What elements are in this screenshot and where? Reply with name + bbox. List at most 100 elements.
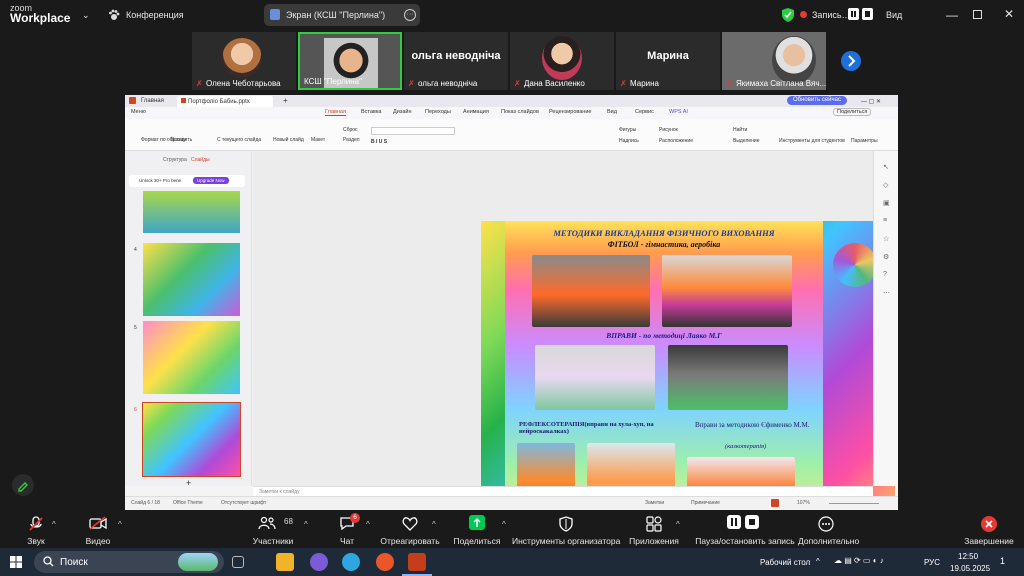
participants-button[interactable]: 68 Участники (248, 511, 298, 548)
ribbon-caption[interactable]: Надпись (619, 138, 639, 144)
participant-tile[interactable]: ✗ Олена Чеботарьова (192, 32, 296, 90)
menu-item[interactable]: Вид (607, 109, 617, 115)
notes-toggle[interactable]: Заметки (645, 500, 664, 506)
chevron-up-icon[interactable]: ^ (304, 520, 308, 529)
chat-button[interactable]: 6 Чат (330, 511, 364, 548)
pause-stop-recording-button[interactable]: Пауза/остановить запись (688, 511, 802, 548)
stop-record-icon[interactable] (862, 8, 873, 20)
participant-tile[interactable]: ✗ Дана Василенко (510, 32, 614, 90)
share-title-pill[interactable]: Экран (КСШ "Перлина") ··· (264, 4, 420, 26)
viber-icon[interactable] (310, 553, 328, 571)
language-indicator[interactable]: РУС (924, 558, 940, 567)
ribbon-shapes[interactable]: Фигуры (619, 127, 636, 133)
menu-item-ai[interactable]: WPS AI (669, 109, 688, 115)
apps-button[interactable]: Приложения (628, 511, 680, 548)
help-icon[interactable]: ? (883, 271, 887, 278)
ribbon-reset[interactable]: Сброс (343, 127, 358, 133)
tab-document[interactable]: Портфоліо Бабиь.pptx (177, 96, 273, 107)
participant-tile-active[interactable]: КСШ "Перлина" (298, 32, 402, 90)
ribbon-section[interactable]: Раздел (343, 137, 360, 143)
annotate-button[interactable] (12, 474, 34, 496)
shield-icon[interactable] (782, 8, 794, 22)
desktop-label[interactable]: Рабочий стол (760, 558, 810, 567)
more-button[interactable]: Дополнительно (798, 511, 859, 548)
ribbon-student-tools[interactable]: Инструменты для студентов (779, 138, 845, 144)
chevron-up-icon[interactable]: ^ (52, 520, 56, 529)
host-tools-button[interactable]: Инструменты организатора (512, 511, 620, 548)
tab-home[interactable]: Главная (137, 96, 168, 107)
slide-thumbnail[interactable] (143, 243, 240, 316)
ribbon-new-slide[interactable]: Новый слайд (273, 137, 304, 143)
upgrade-button[interactable]: Upgrade Now (193, 177, 229, 184)
react-button[interactable]: Отреагировать (378, 511, 442, 548)
slide-thumbnail-active[interactable] (142, 402, 241, 477)
chevron-up-icon[interactable]: ^ (816, 557, 820, 566)
taskbar-search[interactable]: Поиск (34, 551, 224, 573)
menu-item[interactable]: Дизайн (393, 109, 412, 115)
task-view-icon[interactable] (232, 556, 244, 568)
more-options-icon[interactable]: ··· (404, 9, 416, 21)
powerpoint-icon[interactable] (408, 553, 426, 571)
ribbon-params[interactable]: Параметры (851, 138, 878, 144)
participant-tile[interactable]: Марина ✗ Марина (616, 32, 720, 90)
notification-count[interactable]: 1 (1000, 556, 1005, 566)
notes-area[interactable]: Заметки к слайду (253, 486, 873, 496)
end-meeting-button[interactable]: Завершение (960, 511, 1018, 548)
slide[interactable]: МЕТОДИКИ ВИКЛАДАННЯ ФІЗИЧНОГО ВИХОВАННЯ … (481, 221, 895, 510)
browser-icon[interactable] (376, 553, 394, 571)
participant-tile[interactable]: ольга неводніча ✗ ольга неводніча (404, 32, 508, 90)
picture-icon[interactable]: ▣ (883, 199, 890, 207)
font-style-buttons[interactable]: B I U S (371, 139, 387, 145)
menu-item[interactable]: Вставка (361, 109, 381, 115)
menu-item[interactable]: Анимация (463, 109, 489, 115)
menu-item[interactable]: Переходы (425, 109, 451, 115)
minimize-icon[interactable]: — (946, 8, 958, 22)
font-missing[interactable]: Отсутствует шрифт (221, 500, 266, 506)
video-button[interactable]: Видео (76, 511, 120, 548)
view-menu[interactable]: Вид (886, 10, 902, 20)
share-doc-button[interactable]: Поделиться (833, 108, 872, 116)
menu-item[interactable]: Рецензирование (549, 109, 591, 115)
ribbon-picture[interactable]: Рисунок (659, 127, 678, 133)
chevron-up-icon[interactable]: ^ (118, 520, 122, 529)
ribbon-layout[interactable]: Макет (311, 137, 325, 143)
chevron-up-icon[interactable]: ^ (366, 520, 370, 529)
clock-date[interactable]: 19.05.2025 (950, 564, 990, 573)
menu-item[interactable]: Сервис (635, 109, 654, 115)
play-slideshow-icon[interactable] (771, 499, 779, 507)
tray-icons[interactable]: ☁ ▤ ⟳ ▭ ◐ ♪ (834, 556, 884, 565)
settings-icon[interactable]: ⚙ (883, 253, 889, 261)
share-screen-button[interactable]: Поделиться (452, 511, 502, 548)
participant-tile[interactable]: ✗ Якимаха Світлана Вяч... (722, 32, 826, 90)
audio-button[interactable]: Звук (14, 511, 58, 548)
ribbon-select[interactable]: Выделение (733, 138, 760, 144)
pause-record-icon[interactable] (848, 8, 859, 20)
telegram-icon[interactable] (342, 553, 360, 571)
ribbon-from-slide[interactable]: С текущего слайда (217, 137, 261, 143)
slide-thumbnail[interactable] (143, 191, 240, 233)
add-slide-icon[interactable]: + (186, 478, 191, 488)
ribbon-arrange[interactable]: Расположение (659, 138, 693, 144)
tab-slides[interactable]: Слайды (191, 157, 210, 163)
ribbon-paste[interactable]: Вставить (171, 137, 192, 143)
menu-item[interactable]: Меню (131, 109, 146, 115)
windows-start-icon[interactable] (10, 556, 22, 568)
comment-toggle[interactable]: Примечание (691, 500, 720, 506)
shapes-icon[interactable]: ◇ (883, 181, 888, 189)
new-tab-icon[interactable]: + (279, 95, 292, 105)
slide-thumbnail[interactable] (143, 321, 240, 394)
layers-icon[interactable]: ≡ (883, 217, 887, 224)
chevron-up-icon[interactable]: ^ (432, 520, 436, 529)
file-explorer-icon[interactable] (276, 553, 294, 571)
close-icon[interactable]: ✕ (1004, 7, 1014, 21)
maximize-icon[interactable] (973, 10, 982, 19)
font-select[interactable] (371, 127, 455, 135)
star-icon[interactable]: ☆ (883, 235, 889, 243)
chevron-up-icon[interactable]: ^ (676, 520, 680, 529)
tab-outline[interactable]: Структура (163, 157, 187, 163)
more-icon[interactable]: ⋯ (883, 289, 890, 297)
next-page-button[interactable] (841, 51, 861, 71)
cursor-icon[interactable]: ↖ (883, 163, 889, 171)
update-now-button[interactable]: Обновить сейчас (787, 96, 847, 105)
meeting-label[interactable]: Конференция (126, 10, 184, 20)
